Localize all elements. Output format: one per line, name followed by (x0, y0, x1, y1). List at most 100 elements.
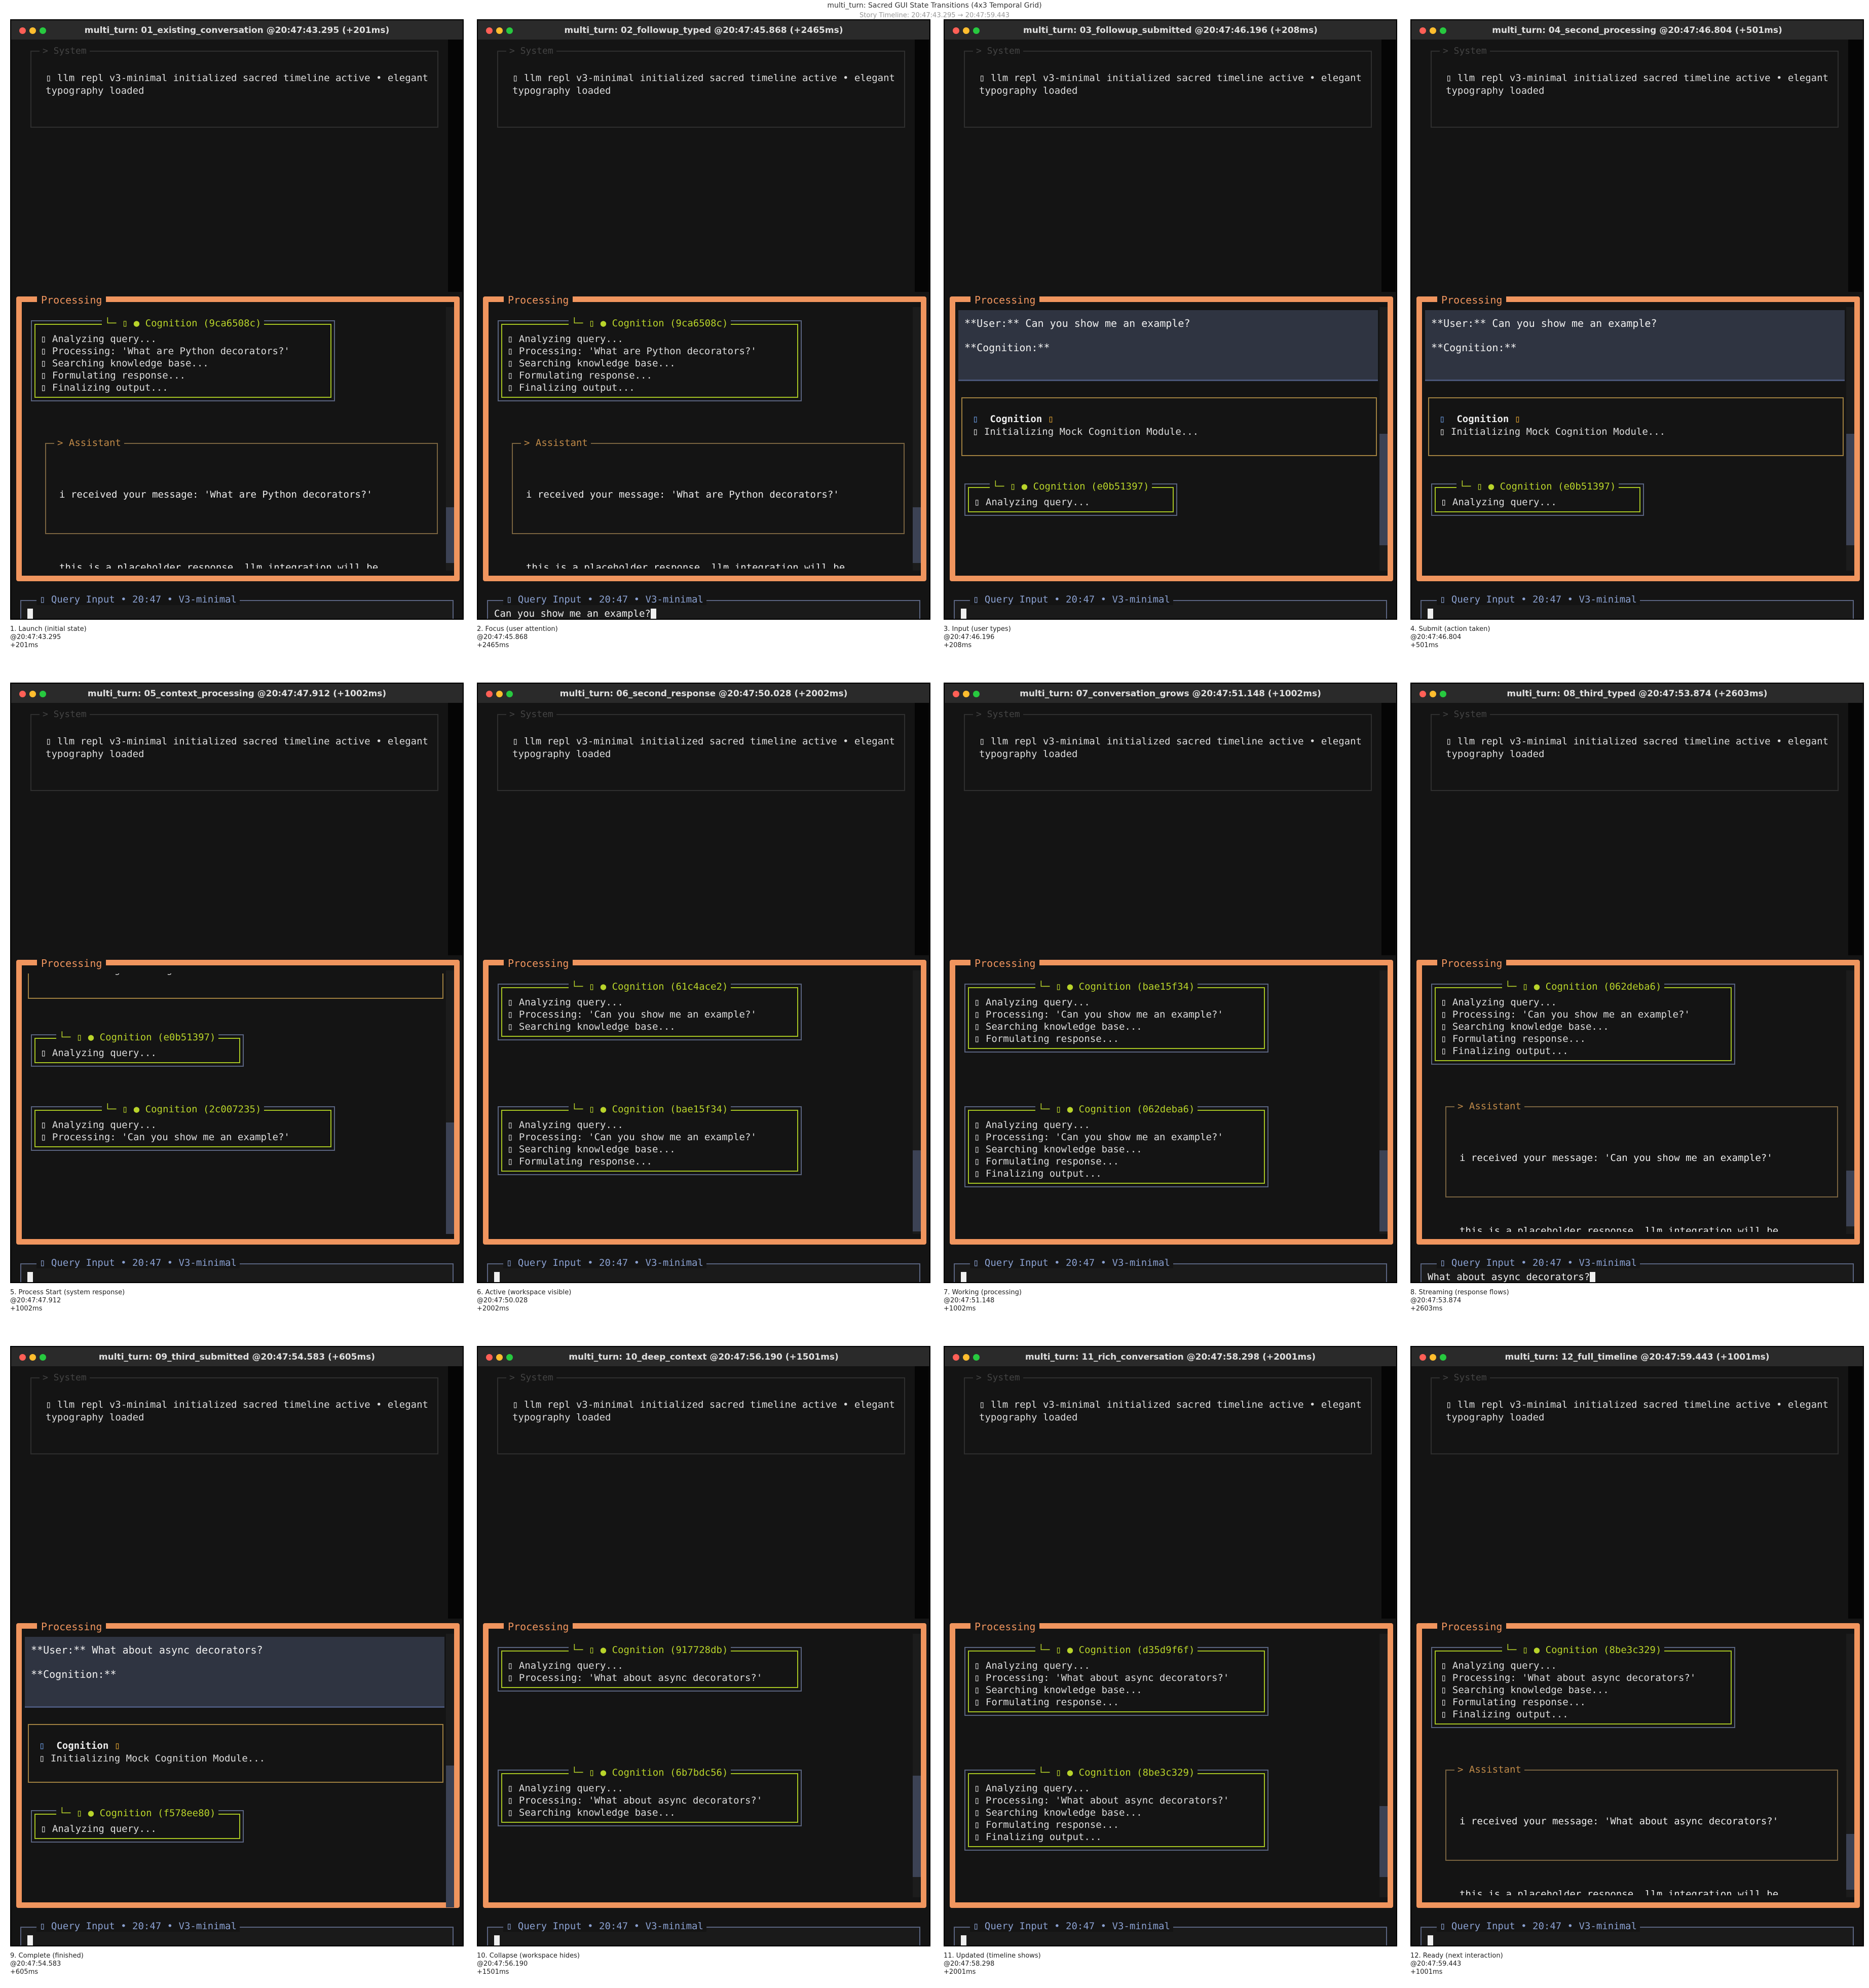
query-input-value[interactable] (1428, 608, 1433, 619)
window-title: multi_turn: 01_existing_conversation @20… (84, 25, 390, 35)
query-input-value[interactable] (494, 1935, 500, 1945)
system-message: ▯ llm repl v3-minimal initialized sacred… (512, 1399, 901, 1423)
scrollbar[interactable] (448, 40, 462, 292)
query-input[interactable]: ▯ Query Input • 20:47 • V3-minimal (1421, 594, 1854, 619)
query-input[interactable]: ▯ Query Input • 20:47 • V3-minimal (954, 1921, 1387, 1945)
query-input-value[interactable] (1428, 1935, 1433, 1945)
cognition-title: └─ ▯ ● Cognition (917728db) (568, 1644, 731, 1656)
processing-scrollbar[interactable] (913, 970, 921, 1234)
query-input[interactable]: ▯ Query Input • 20:47 • V3-minimal (1421, 1921, 1854, 1945)
scroll-thumb[interactable] (913, 1776, 921, 1877)
cognition-panel[interactable]: └─ ▯ ● Cognition (062deba6) ▯ Analyzing … (1431, 981, 1735, 1065)
query-input[interactable]: ▯ Query Input • 20:47 • V3-minimal (20, 594, 454, 619)
cognition-step: ▯ Analyzing query... (1441, 497, 1557, 508)
cognition-panel[interactable]: └─ ▯ ● Cognition (d35d9f6f) ▯ Analyzing … (964, 1644, 1268, 1716)
scrollbar[interactable] (448, 703, 462, 955)
scroll-thumb[interactable] (1846, 434, 1854, 545)
cognition-step: ▯ Processing: 'What about async decorato… (507, 1672, 763, 1683)
assistant-panel: > Assistant i received your message: 'Wh… (512, 437, 905, 569)
cognition-panel[interactable]: └─ ▯ ● Cognition (bae15f34) ▯ Analyzing … (498, 1104, 802, 1175)
caption-step: 1. Launch (initial state) (10, 625, 87, 633)
assistant-label: > Assistant (521, 437, 591, 448)
window-titlebar: multi_turn: 02_followup_typed @20:47:45.… (478, 20, 929, 40)
query-input-value[interactable]: What about async decorators? (1428, 1271, 1596, 1282)
scroll-thumb[interactable] (446, 507, 454, 563)
system-message: ▯ llm repl v3-minimal initialized sacred… (1446, 736, 1835, 760)
scrollbar[interactable] (1381, 1366, 1396, 1619)
cognition-panel[interactable]: └─ ▯ ● Cognition (6b7bdc56) ▯ Analyzing … (498, 1767, 802, 1826)
query-input[interactable]: ▯ Query Input • 20:47 • V3-minimal (954, 594, 1387, 619)
scroll-thumb[interactable] (1846, 1171, 1854, 1226)
query-input-value[interactable] (27, 1271, 33, 1282)
processing-scrollbar[interactable] (1846, 307, 1854, 571)
processing-scrollbar[interactable] (913, 1634, 921, 1897)
query-input[interactable]: ▯ Query Input • 20:47 • V3-minimal What … (1421, 1257, 1854, 1282)
processing-scrollbar[interactable] (446, 970, 454, 1234)
query-input-value[interactable] (27, 608, 33, 619)
scrollbar[interactable] (1381, 703, 1396, 955)
query-input[interactable]: ▯ Query Input • 20:47 • V3-minimal (20, 1921, 454, 1945)
cognition-panel[interactable]: └─ ▯ ● Cognition (e0b51397) ▯ Analyzing … (31, 1032, 244, 1067)
scroll-thumb[interactable] (913, 1150, 921, 1231)
cognition-step: ▯ Finalizing output... (1441, 1709, 1568, 1720)
cognition-panel[interactable]: └─ ▯ ● Cognition (8be3c329) ▯ Analyzing … (1431, 1644, 1735, 1728)
query-input[interactable]: ▯ Query Input • 20:47 • V3-minimal (487, 1921, 920, 1945)
scrollbar[interactable] (1381, 40, 1396, 292)
query-input-value[interactable] (494, 1271, 500, 1282)
processing-scrollbar[interactable] (446, 307, 454, 571)
query-input[interactable]: ▯ Query Input • 20:47 • V3-minimal (487, 1257, 920, 1282)
processing-scrollbar[interactable] (1379, 970, 1388, 1234)
cognition-module-name: Cognition (1456, 414, 1509, 425)
caption-step: 10. Collapse (workspace hides) (477, 1952, 580, 1960)
scroll-thumb[interactable] (446, 1122, 454, 1234)
cognition-panel[interactable]: └─ ▯ ● Cognition (61c4ace2) ▯ Analyzing … (498, 981, 802, 1040)
cognition-panel[interactable]: └─ ▯ ● Cognition (9ca6508c) ▯ Analyzing … (31, 318, 335, 401)
cognition-panel[interactable]: └─ ▯ ● Cognition (e0b51397) ▯ Analyzing … (964, 481, 1177, 516)
cognition-panel[interactable]: └─ ▯ ● Cognition (f578ee80) ▯ Analyzing … (31, 1808, 244, 1843)
scrollbar[interactable] (915, 703, 929, 955)
text-cursor (494, 1272, 500, 1282)
scroll-thumb[interactable] (913, 507, 921, 563)
scrollbar[interactable] (1848, 40, 1862, 292)
processing-panel: Processing └─ ▯ ● Cognition (d35d9f6f) ▯… (950, 1621, 1393, 1908)
cognition-panel[interactable]: └─ ▯ ● Cognition (2c007235) ▯ Analyzing … (31, 1104, 335, 1151)
cognition-panel[interactable]: └─ ▯ ● Cognition (9ca6508c) ▯ Analyzing … (498, 318, 802, 401)
cognition-title: └─ ▯ ● Cognition (e0b51397) (989, 481, 1152, 492)
scrollbar[interactable] (1848, 703, 1862, 955)
query-input-label: ▯ Query Input • 20:47 • V3-minimal (503, 1257, 706, 1268)
scroll-thumb[interactable] (1379, 434, 1388, 545)
cognition-panel[interactable]: └─ ▯ ● Cognition (e0b51397) ▯ Analyzing … (1431, 481, 1644, 516)
scrollbar[interactable] (915, 1366, 929, 1619)
processing-scrollbar[interactable] (1379, 307, 1388, 571)
processing-panel: Processing └─ ▯ ● Cognition (062deba6) ▯… (1416, 957, 1860, 1245)
query-input-value[interactable] (961, 608, 966, 619)
processing-scrollbar[interactable] (1379, 1634, 1388, 1897)
cognition-panel[interactable]: └─ ▯ ● Cognition (917728db) ▯ Analyzing … (498, 1644, 802, 1692)
window-title: multi_turn: 03_followup_submitted @20:47… (1023, 25, 1318, 35)
scrollbar[interactable] (448, 1366, 462, 1619)
status-icon: ▯ (1514, 414, 1521, 425)
processing-scrollbar[interactable] (913, 307, 921, 571)
scrollbar[interactable] (1848, 1366, 1862, 1619)
query-input-value[interactable]: Can you show me an example? (494, 608, 656, 619)
query-input-value[interactable] (961, 1271, 966, 1282)
processing-scrollbar[interactable] (446, 1634, 454, 1907)
cognition-panel[interactable]: └─ ▯ ● Cognition (8be3c329) ▯ Analyzing … (964, 1767, 1268, 1851)
query-input[interactable]: ▯ Query Input • 20:47 • V3-minimal (20, 1257, 454, 1282)
state-frame: multi_turn: 03_followup_submitted @20:47… (944, 19, 1397, 649)
window-titlebar: multi_turn: 03_followup_submitted @20:47… (945, 20, 1396, 40)
scroll-thumb[interactable] (1379, 1150, 1388, 1231)
scroll-thumb[interactable] (446, 1766, 454, 1907)
processing-scrollbar[interactable] (1846, 970, 1854, 1234)
query-input-value[interactable] (961, 1935, 966, 1945)
cognition-panel[interactable]: └─ ▯ ● Cognition (062deba6) ▯ Analyzing … (964, 1104, 1268, 1187)
scroll-thumb[interactable] (1379, 1806, 1388, 1877)
query-input-value[interactable] (27, 1935, 33, 1945)
processing-scrollbar[interactable] (1846, 1634, 1854, 1897)
cognition-panel[interactable]: └─ ▯ ● Cognition (bae15f34) ▯ Analyzing … (964, 981, 1268, 1053)
query-input[interactable]: ▯ Query Input • 20:47 • V3-minimal (954, 1257, 1387, 1282)
query-input[interactable]: ▯ Query Input • 20:47 • V3-minimal Can y… (487, 594, 920, 619)
scrollbar[interactable] (915, 40, 929, 292)
text-cursor (27, 609, 33, 619)
scroll-thumb[interactable] (1846, 1834, 1854, 1890)
